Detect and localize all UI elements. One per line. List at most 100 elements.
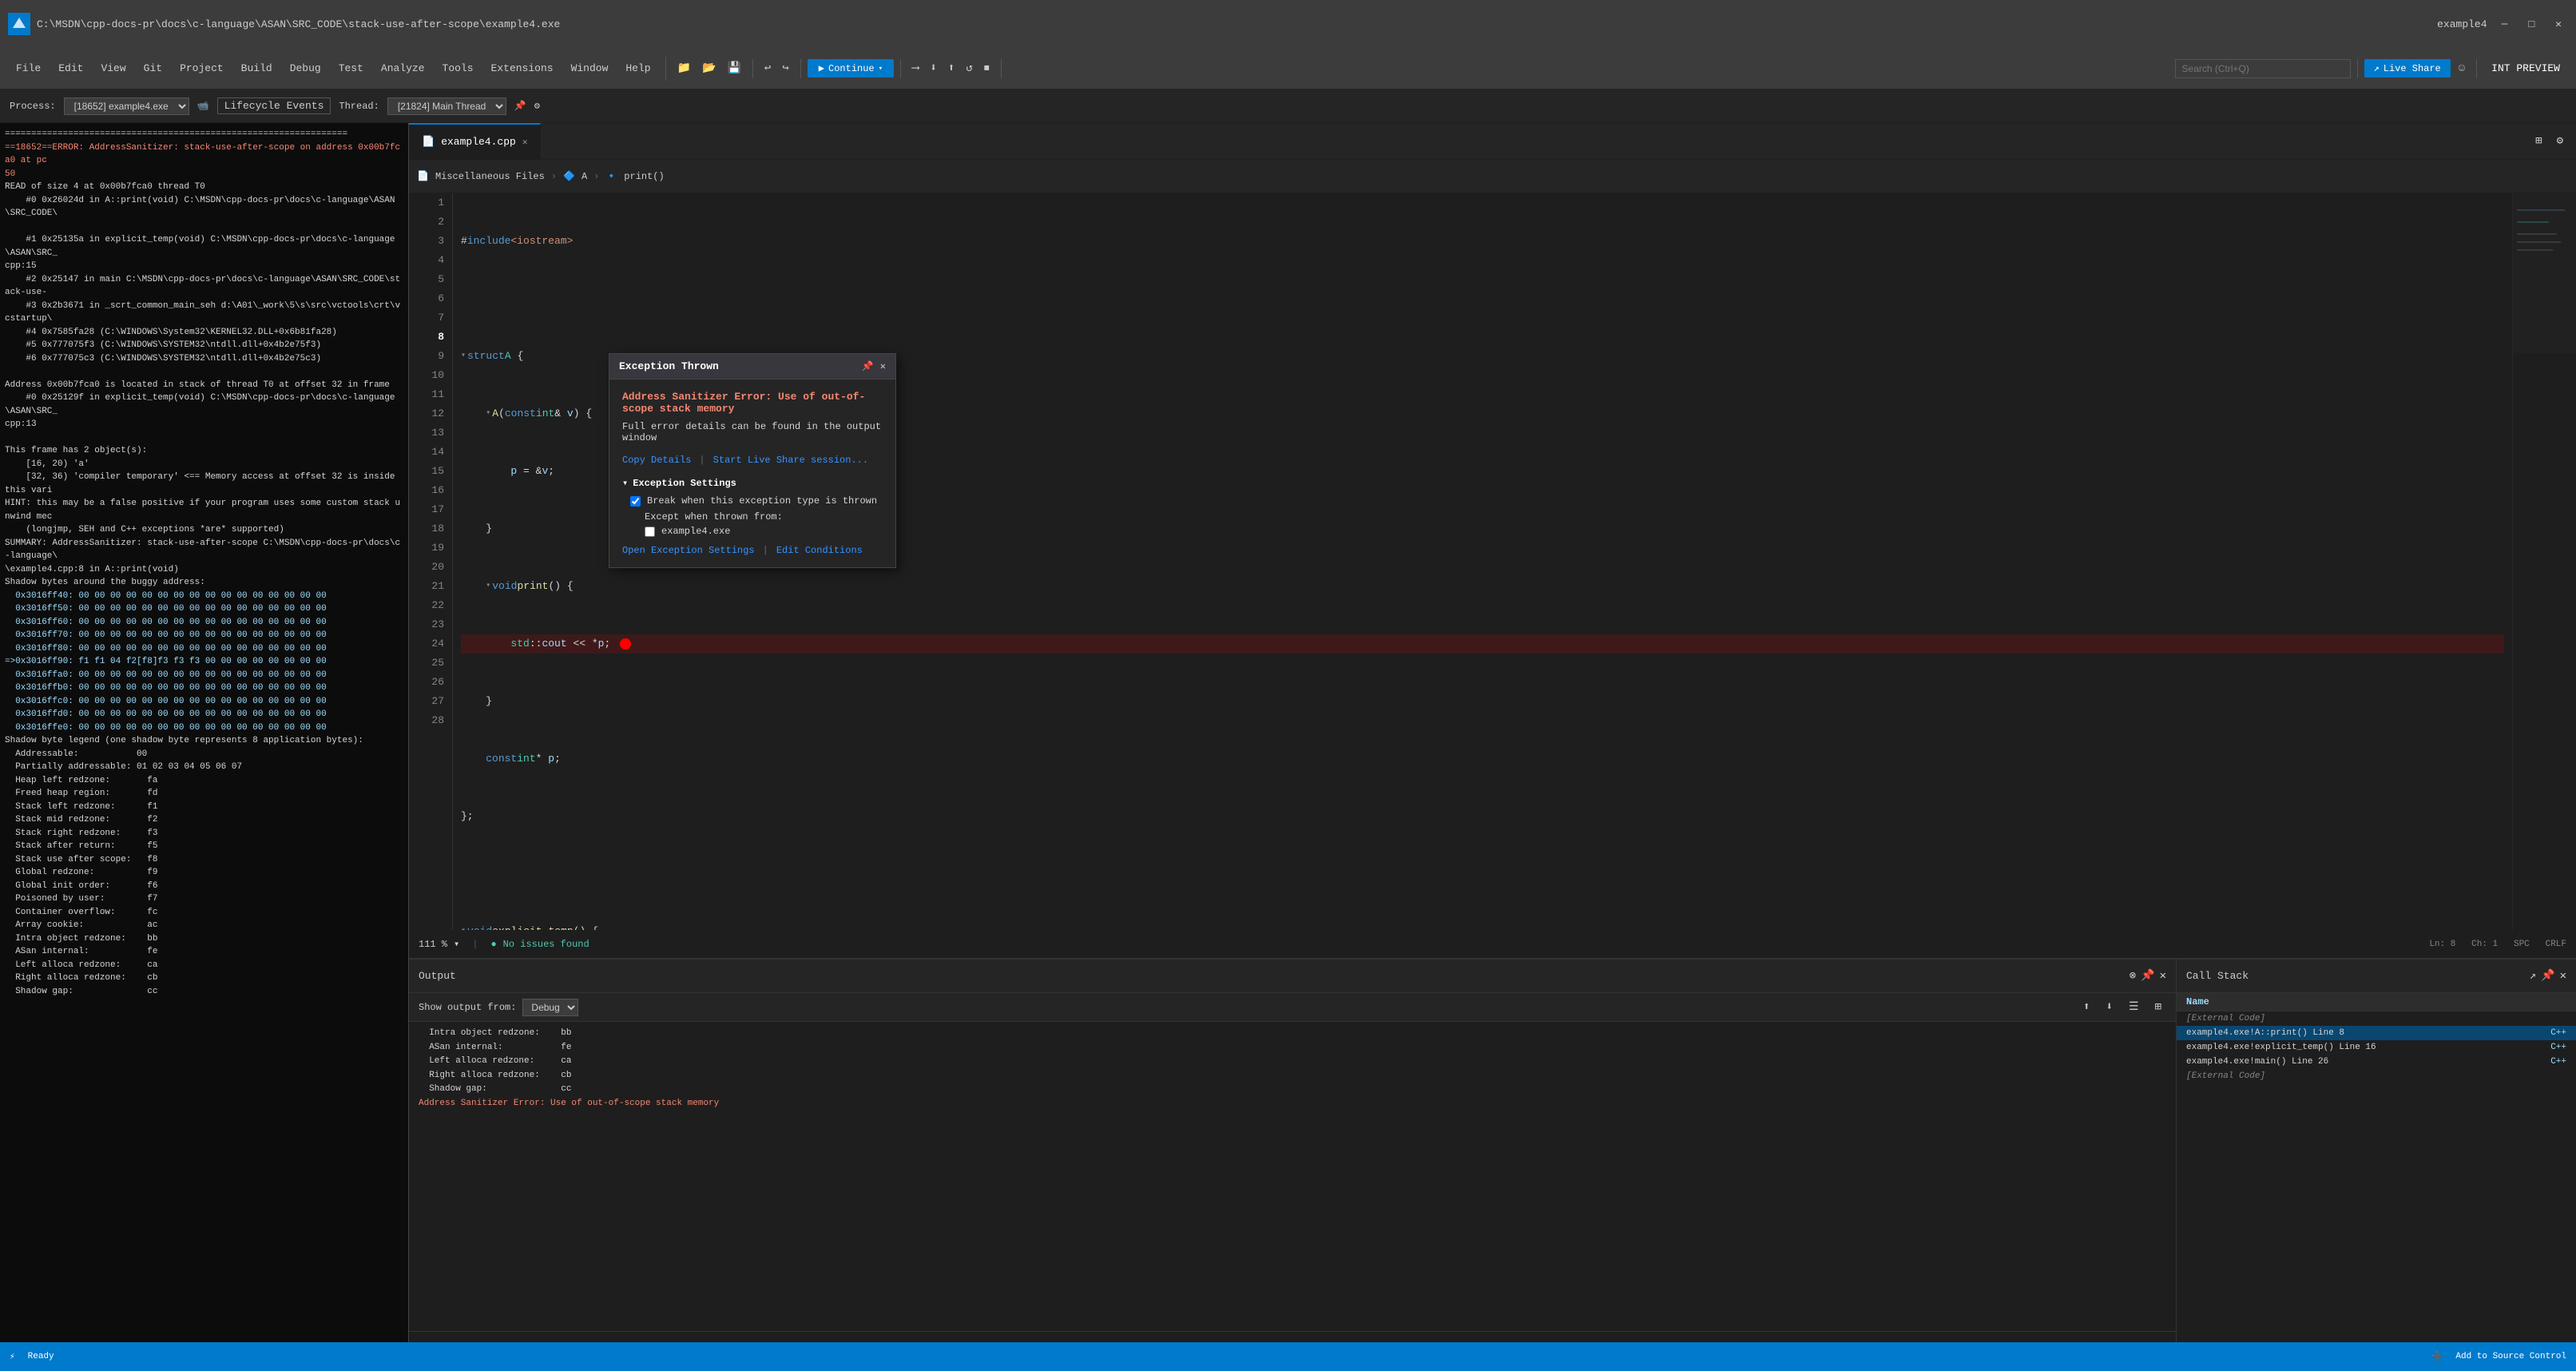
add-source-control-btn[interactable]: Add to Source Control: [2455, 1352, 2566, 1361]
line-num: 6: [417, 289, 444, 308]
step-out-icon[interactable]: ⬆: [943, 59, 959, 77]
copy-details-link[interactable]: Copy Details: [622, 455, 691, 466]
terminal-line: Right alloca redzone: cb: [5, 972, 403, 985]
code-line-12: [461, 864, 2504, 884]
cs-row-0[interactable]: [External Code]: [2177, 1011, 2576, 1026]
terminal-line: Shadow gap: cc: [5, 985, 403, 999]
live-share-session-link[interactable]: Start Live Share session...: [713, 455, 868, 466]
breadcrumb-method[interactable]: print(): [624, 171, 664, 182]
new-project-icon[interactable]: 📁: [673, 59, 696, 77]
callstack-action-icon-1[interactable]: ↗: [2530, 969, 2536, 983]
edit-conditions-link[interactable]: Edit Conditions: [776, 545, 863, 556]
feedback-icon[interactable]: ☺: [2454, 60, 2470, 77]
menu-file[interactable]: File: [8, 59, 49, 77]
undo-icon[interactable]: ↩: [760, 59, 776, 77]
terminal-line: Stack right redzone: f3: [5, 827, 403, 840]
minimize-btn[interactable]: ─: [2495, 18, 2514, 30]
breadcrumb-icon-3: 🔹: [605, 170, 617, 182]
terminal-line: This frame has 2 object(s):: [5, 444, 403, 458]
output-clear-icon[interactable]: ⊗: [2129, 969, 2136, 983]
output-pin-icon[interactable]: 📌: [2141, 969, 2154, 983]
menu-project[interactable]: Project: [172, 59, 232, 77]
exe-checkbox[interactable]: [645, 527, 655, 537]
breadcrumb-sep-2: ›: [593, 171, 599, 182]
callstack-actions: ↗ 📌 ✕: [2530, 969, 2566, 983]
output-source-select[interactable]: Debug: [522, 999, 578, 1016]
breadcrumb-class[interactable]: A: [581, 171, 587, 182]
break-checkbox[interactable]: [630, 496, 641, 507]
menu-extensions[interactable]: Extensions: [483, 59, 562, 77]
menu-tools[interactable]: Tools: [435, 59, 482, 77]
stop-icon[interactable]: ⏹: [979, 60, 994, 77]
line-num: 8: [417, 328, 444, 347]
menu-window[interactable]: Window: [563, 59, 617, 77]
settings-icon[interactable]: ⚙: [2552, 132, 2568, 150]
close-btn[interactable]: ✕: [2549, 18, 2568, 30]
menu-test[interactable]: Test: [331, 59, 371, 77]
line-num: 2: [417, 213, 444, 232]
code-line-11: };: [461, 807, 2504, 826]
toolbar-sep-3: [900, 59, 901, 78]
output-toolbar-icon-1[interactable]: ⬆: [2078, 998, 2094, 1016]
open-exception-settings-link[interactable]: Open Exception Settings: [622, 545, 755, 556]
callstack-pin-icon[interactable]: 📌: [2541, 969, 2554, 983]
link-separator: |: [699, 455, 705, 466]
terminal-line: Stack mid redzone: f2: [5, 813, 403, 827]
zoom-chevron[interactable]: ▾: [454, 938, 459, 950]
menu-build[interactable]: Build: [233, 59, 280, 77]
cs-row-4[interactable]: [External Code]: [2177, 1069, 2576, 1083]
cs-row-2[interactable]: example4.exe!explicit_temp() Line 16 C++: [2177, 1040, 2576, 1055]
menu-help[interactable]: Help: [617, 59, 658, 77]
save-icon[interactable]: 💾: [722, 59, 745, 77]
step-into-icon[interactable]: ⬇: [925, 59, 941, 77]
tab-example4[interactable]: 📄 example4.cpp ✕: [409, 123, 541, 159]
minimap[interactable]: [2512, 193, 2576, 930]
split-editor-icon[interactable]: ⊞: [2530, 132, 2546, 150]
terminal-line: Addressable: 00: [5, 748, 403, 761]
thread-select[interactable]: [21824] Main Thread: [387, 97, 506, 115]
code-line-10: const int* p;: [461, 749, 2504, 769]
title-bar: C:\MSDN\cpp-docs-pr\docs\c-language\ASAN…: [0, 0, 2576, 48]
output-scrollbar[interactable]: [409, 1331, 2176, 1342]
popup-close-icon[interactable]: ✕: [880, 360, 886, 372]
terminal-panel[interactable]: ========================================…: [0, 123, 409, 1342]
menu-debug[interactable]: Debug: [282, 59, 329, 77]
search-input[interactable]: [2175, 59, 2351, 78]
step-over-icon[interactable]: ⟶: [907, 59, 923, 77]
output-close-icon[interactable]: ✕: [2160, 969, 2166, 983]
code-line-2: [461, 289, 2504, 308]
maximize-btn[interactable]: □: [2522, 18, 2541, 30]
cs-row-1[interactable]: example4.exe!A::print() Line 8 C++: [2177, 1026, 2576, 1040]
live-share-button[interactable]: ↗ Live Share: [2364, 59, 2451, 77]
menu-edit[interactable]: Edit: [50, 59, 91, 77]
terminal-line: #1 0x25135a in explicit_temp(void) C:\MS…: [5, 233, 403, 273]
popup-pin-icon[interactable]: 📌: [862, 360, 874, 372]
output-toolbar-icon-3[interactable]: ☰: [2124, 998, 2144, 1016]
settings-toggle-icon[interactable]: ▾: [622, 477, 628, 489]
process-select[interactable]: [18652] example4.exe: [64, 97, 189, 115]
menu-view[interactable]: View: [93, 59, 133, 77]
open-icon[interactable]: 📂: [697, 59, 720, 77]
output-toolbar-icon-2[interactable]: ⬇: [2102, 998, 2118, 1016]
breadcrumb-file[interactable]: Miscellaneous Files: [435, 171, 545, 182]
lifecycle-events-btn[interactable]: Lifecycle Events: [217, 97, 331, 114]
live-share-icon: ↗: [2374, 62, 2380, 74]
continue-button[interactable]: ▶ Continue ▾: [808, 59, 894, 77]
redo-icon[interactable]: ↪: [777, 59, 793, 77]
line-num: 11: [417, 385, 444, 404]
menu-analyze[interactable]: Analyze: [373, 59, 433, 77]
terminal-line: 0x3016ffd0: 00 00 00 00 00 00 00 00 00 0…: [5, 708, 403, 721]
restart-icon[interactable]: ↺: [961, 59, 977, 77]
code-line-8: std::cout << *p;: [461, 634, 2504, 654]
cs-row-3[interactable]: example4.exe!main() Line 26 C++: [2177, 1055, 2576, 1069]
terminal-line: #2 0x25147 in main C:\MSDN\cpp-docs-pr\d…: [5, 273, 403, 300]
menu-git[interactable]: Git: [136, 59, 170, 77]
title-path: C:\MSDN\cpp-docs-pr\docs\c-language\ASAN…: [37, 18, 560, 30]
output-toolbar-icon-4[interactable]: ⊞: [2150, 998, 2166, 1016]
callstack-close-icon[interactable]: ✕: [2560, 969, 2566, 983]
popup-header-icons: 📌 ✕: [862, 360, 886, 372]
line-num: 13: [417, 423, 444, 443]
tab-close-icon[interactable]: ✕: [522, 137, 528, 148]
line-numbers: 1 2 3 4 5 6 7 8 9 10 11 12 13 14: [409, 193, 453, 930]
terminal-line: 0x3016ff60: 00 00 00 00 00 00 00 00 00 0…: [5, 616, 403, 630]
